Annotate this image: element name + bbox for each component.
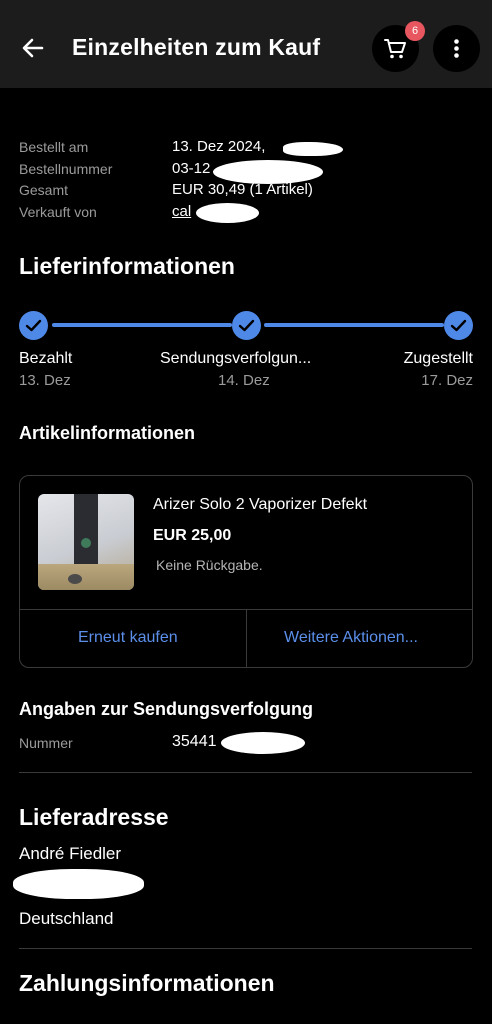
more-actions-button[interactable]: Weitere Aktionen... — [284, 629, 418, 647]
address-name: André Fiedler — [19, 844, 122, 863]
step-tracking-check-icon — [232, 311, 261, 340]
seller-label: Verkauft von — [19, 204, 97, 220]
more-vertical-icon — [454, 39, 459, 58]
item-title[interactable]: Arizer Solo 2 Vaporizer Defekt — [153, 496, 367, 514]
order-date-value: 13. Dez 2024, — [172, 138, 266, 155]
card-action-divider — [246, 610, 247, 667]
buy-again-button[interactable]: Erneut kaufen — [78, 629, 178, 647]
item-price: EUR 25,00 — [153, 527, 232, 544]
tracking-heading: Angaben zur Sendungsverfolgung — [19, 699, 314, 719]
item-thumbnail[interactable] — [38, 494, 134, 590]
tracking-number-label: Nummer — [19, 735, 73, 751]
page-title: Einzelheiten zum Kauf — [72, 34, 321, 60]
section-divider — [19, 948, 472, 949]
order-date-label: Bestellt am — [19, 139, 89, 155]
progress-line-2 — [264, 323, 444, 327]
shipping-address-heading: Lieferadresse — [19, 804, 169, 830]
order-total-label: Gesamt — [19, 182, 69, 198]
item-return-note: Keine Rückgabe. — [156, 557, 263, 573]
section-divider — [19, 772, 472, 773]
step-label-delivered: Zugestellt — [403, 350, 473, 367]
delivery-info-heading: Lieferinformationen — [19, 253, 235, 279]
item-info-heading: Artikelinformationen — [19, 423, 196, 443]
step-date-tracking: 14. Dez — [218, 372, 270, 389]
back-arrow-icon[interactable] — [18, 32, 50, 64]
item-card: Arizer Solo 2 Vaporizer Defekt EUR 25,00… — [19, 475, 473, 668]
redaction-mark — [13, 869, 144, 899]
order-number-label: Bestellnummer — [19, 161, 113, 177]
redaction-mark — [196, 203, 259, 223]
top-app-bar: Einzelheiten zum Kauf 6 — [0, 0, 492, 88]
cart-count-badge: 6 — [405, 21, 425, 41]
redaction-mark — [213, 160, 323, 184]
payment-info-heading: Zahlungsinformationen — [19, 970, 275, 996]
order-total-value: EUR 30,49 (1 Artikel) — [172, 181, 313, 198]
redaction-mark — [283, 142, 343, 156]
step-label-paid: Bezahlt — [19, 350, 73, 367]
step-date-paid: 13. Dez — [19, 372, 71, 389]
seller-link[interactable]: cal — [172, 203, 191, 220]
more-options-button[interactable] — [433, 25, 480, 72]
address-country: Deutschland — [19, 909, 114, 928]
step-label-tracking: Sendungsverfolgun... — [160, 350, 312, 367]
step-date-delivered: 17. Dez — [421, 372, 473, 389]
step-paid-check-icon — [19, 311, 48, 340]
step-delivered-check-icon — [444, 311, 473, 340]
redaction-mark — [221, 732, 305, 754]
order-number-value: 03-12 — [172, 160, 211, 177]
tracking-number-value[interactable]: 35441 — [172, 733, 217, 751]
progress-line-1 — [52, 323, 232, 327]
